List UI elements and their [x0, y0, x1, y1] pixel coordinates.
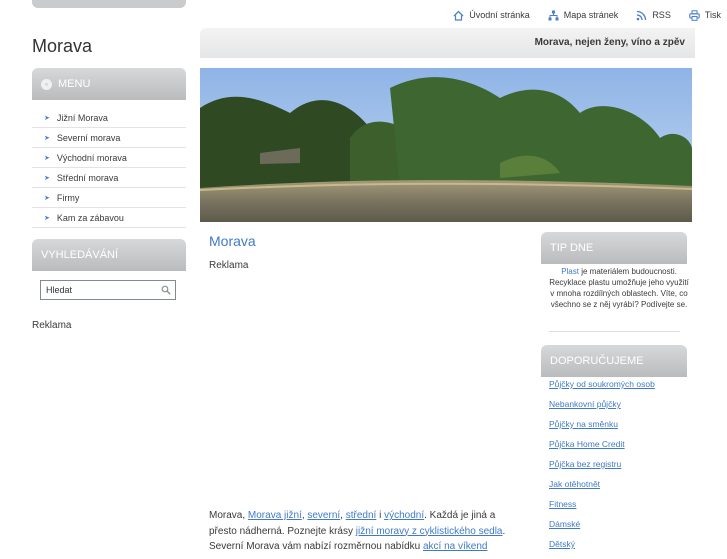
- divider: [549, 331, 680, 332]
- main-ad-label: Reklama: [209, 260, 249, 271]
- sitemap-link[interactable]: Mapa stránek: [548, 10, 619, 21]
- tip-link-plast[interactable]: Plast: [561, 267, 579, 276]
- menu-item-kam-za-zabavou[interactable]: ➤ Kam za zábavou: [32, 208, 186, 228]
- menu-item-label: Jižní Morava: [56, 112, 108, 123]
- slogan-bar: Morava, nejen ženy, víno a zpěv: [200, 28, 695, 58]
- site-title[interactable]: Morava: [32, 36, 92, 57]
- arrow-icon: ➤: [44, 194, 50, 202]
- menu-item-jizni-morava[interactable]: ➤ Jižní Morava: [32, 108, 186, 128]
- print-link-label: Tisk: [704, 10, 721, 20]
- arrow-icon: ➤: [44, 114, 50, 122]
- link-stredni[interactable]: střední: [346, 510, 377, 521]
- menu-item-stredni-morava[interactable]: ➤ Střední morava: [32, 168, 186, 188]
- link-severni[interactable]: severní: [307, 510, 340, 521]
- recommend-link[interactable]: Nebankovní půjčky: [549, 399, 689, 419]
- recommend-link[interactable]: Fitness: [549, 499, 689, 519]
- recommend-link[interactable]: Půjčka Home Credit: [549, 439, 689, 459]
- recommend-list: Půjčky od soukromých osob Nebankovní půj…: [549, 379, 689, 559]
- menu-item-label: Střední morava: [56, 172, 119, 183]
- menu-bullet-icon: ◦: [41, 78, 52, 90]
- recommend-link[interactable]: Půjčky od soukromých osob: [549, 379, 689, 399]
- menu-item-firmy[interactable]: ➤ Firmy: [32, 188, 186, 208]
- link-morava-jizni[interactable]: Morava jižní: [248, 510, 302, 521]
- menu-heading: MENU: [58, 78, 91, 90]
- print-link[interactable]: Tisk: [689, 9, 721, 21]
- recommend-link[interactable]: Dámské: [549, 519, 689, 539]
- tip-content: Plast je materiálem budoucnosti. Recykla…: [549, 266, 689, 310]
- menu-item-label: Kam za zábavou: [56, 212, 124, 223]
- site-slogan: Morava, nejen ženy, víno a zpěv: [534, 37, 685, 48]
- printer-icon: [689, 9, 700, 21]
- menu-item-label: Severní morava: [56, 132, 121, 143]
- link-weekend-events[interactable]: akcí na víkend: [423, 541, 487, 552]
- recommend-link[interactable]: Půjčky na směnku: [549, 419, 689, 439]
- recommend-header: DOPORUČUJEME: [541, 345, 687, 377]
- link-cycling[interactable]: jižní moravy z cyklistického sedla: [356, 526, 503, 537]
- arrow-icon: ➤: [44, 134, 50, 142]
- intro-paragraph: Morava, Morava jižní, severní, střední i…: [209, 508, 515, 555]
- menu-item-severni-morava[interactable]: ➤ Severní morava: [32, 128, 186, 148]
- recommend-link[interactable]: Dětský: [549, 539, 689, 559]
- home-link-label: Úvodní stránka: [469, 10, 530, 20]
- sitemap-link-label: Mapa stránek: [563, 10, 619, 20]
- menu-header: ◦ MENU: [32, 68, 186, 100]
- page-title: Morava: [209, 233, 256, 249]
- main-menu: ➤ Jižní Morava ➤ Severní morava ➤ Východní …: [32, 108, 186, 228]
- tip-heading: TIP DNE: [550, 242, 594, 254]
- recommend-heading: DOPORUČUJEME: [550, 355, 644, 367]
- search-icon[interactable]: [161, 285, 171, 295]
- link-vychodni[interactable]: východní: [384, 510, 424, 521]
- home-icon: [453, 10, 464, 21]
- top-navigation: Úvodní stránka Mapa stránek RSS Tisk: [453, 8, 721, 22]
- recommend-link[interactable]: Půjčka bez registru: [549, 459, 689, 479]
- menu-item-vychodni-morava[interactable]: ➤ Východní morava: [32, 148, 186, 168]
- home-link[interactable]: Úvodní stránka: [453, 10, 530, 21]
- rss-link-label: RSS: [652, 10, 671, 20]
- tip-header: TIP DNE: [541, 232, 687, 264]
- arrow-icon: ➤: [44, 214, 50, 222]
- arrow-icon: ➤: [44, 154, 50, 162]
- rss-link[interactable]: RSS: [636, 10, 671, 21]
- menu-item-label: Firmy: [56, 192, 80, 203]
- rss-icon: [636, 10, 647, 21]
- search-box: [40, 280, 176, 300]
- search-header: VYHLEDÁVÁNÍ: [32, 239, 186, 271]
- hero-river-image: [200, 68, 692, 222]
- menu-item-label: Východní morava: [56, 152, 127, 163]
- search-heading: VYHLEDÁVÁNÍ: [41, 249, 119, 261]
- search-input[interactable]: [41, 281, 156, 298]
- sitemap-icon: [548, 10, 559, 21]
- top-decor-tab: [32, 0, 186, 8]
- arrow-icon: ➤: [44, 174, 50, 182]
- intro-text: Morava,: [209, 510, 248, 521]
- intro-text: i: [376, 510, 385, 521]
- left-ad-label: Reklama: [32, 320, 72, 331]
- recommend-link[interactable]: Jak otěhotnět: [549, 479, 689, 499]
